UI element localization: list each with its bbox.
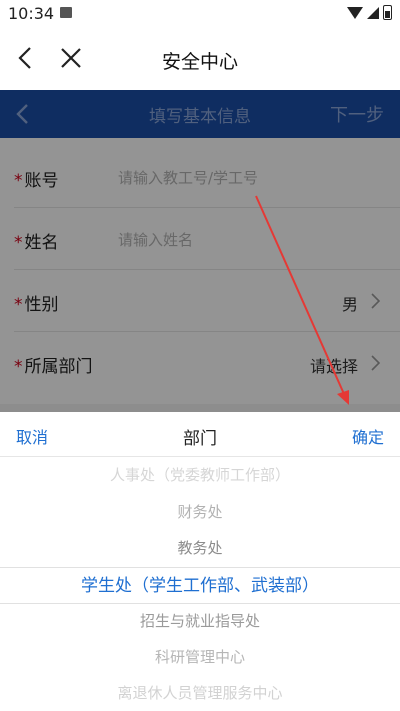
status-time: 10:34 xyxy=(8,4,55,23)
basic-info-form: * 账号 请输入教工号/学工号 * 姓名 请输入姓名 * 性别 男 * 所属部门 请选择 xyxy=(0,138,400,410)
picker-option[interactable]: 科研管理中心 xyxy=(0,639,400,675)
name-row[interactable]: * 姓名 请输入姓名 xyxy=(0,208,400,270)
required-mark: * xyxy=(14,357,23,377)
account-input[interactable]: 请输入教工号/学工号 xyxy=(118,167,258,188)
required-mark: * xyxy=(14,171,23,191)
gender-label: * 性别 xyxy=(14,295,59,315)
picker-option-selected[interactable]: 学生处（学生工作部、武装部） xyxy=(0,568,400,604)
account-row[interactable]: * 账号 请输入教工号/学工号 xyxy=(0,146,400,208)
status-bar: 10:34 xyxy=(0,0,400,28)
required-mark: * xyxy=(14,233,23,253)
account-label: * 账号 xyxy=(14,171,59,191)
picker-option[interactable]: 招生与就业指导处 xyxy=(0,603,400,639)
picker-option[interactable]: 教务处 xyxy=(0,530,400,566)
gender-row[interactable]: * 性别 男 xyxy=(0,270,400,332)
picker-option[interactable]: 离退休人员管理服务中心 xyxy=(0,675,400,711)
picker-toolbar: 取消 部门 确定 xyxy=(0,412,400,457)
picker-option[interactable]: 财务处 xyxy=(0,494,400,530)
battery-icon xyxy=(383,5,392,20)
department-wheel[interactable]: 人事处（党委教师工作部） 财务处 教务处 学生处（学生工作部、武装部） 招生与就… xyxy=(0,457,400,711)
top-navigation-bar: 安全中心 xyxy=(0,28,400,90)
gallery-notification-icon xyxy=(60,7,72,18)
department-row[interactable]: * 所属部门 请选择 xyxy=(0,332,400,394)
picker-title: 部门 xyxy=(183,429,217,449)
page-title: 安全中心 xyxy=(161,51,238,73)
wifi-icon xyxy=(347,6,363,19)
form-header: 填写基本信息 下一步 xyxy=(0,90,400,138)
confirm-button[interactable]: 确定 xyxy=(352,424,384,448)
status-icons xyxy=(347,5,392,20)
picker-option[interactable]: 人事处（党委教师工作部） xyxy=(0,457,400,493)
required-mark: * xyxy=(14,295,23,315)
chevron-right-icon xyxy=(371,293,380,309)
name-input[interactable]: 请输入姓名 xyxy=(118,229,193,250)
department-value: 请选择 xyxy=(309,357,358,376)
modal-backdrop-edge xyxy=(0,404,400,412)
department-label: * 所属部门 xyxy=(14,357,93,377)
next-step-button[interactable]: 下一步 xyxy=(330,101,384,127)
signal-icon xyxy=(367,6,379,19)
gender-value: 男 xyxy=(341,295,358,314)
chevron-right-icon xyxy=(371,355,380,371)
name-label: * 姓名 xyxy=(14,233,59,253)
department-picker-sheet: 取消 部门 确定 人事处（党委教师工作部） 财务处 教务处 学生处（学生工作部、… xyxy=(0,412,400,711)
